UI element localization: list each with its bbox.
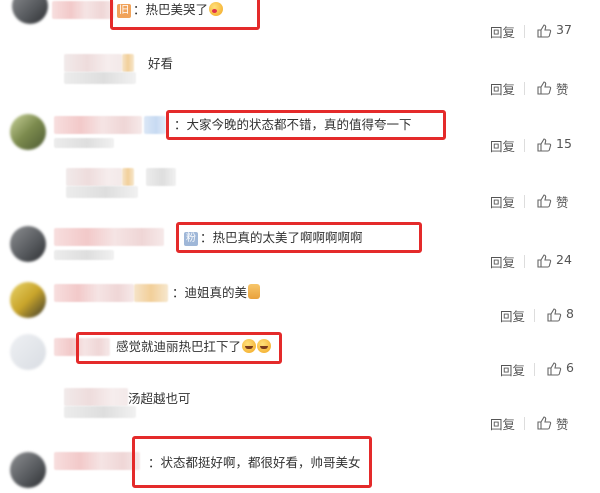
comment-item: ：状态都挺好啊，都很好看，帅哥美女 xyxy=(0,430,600,493)
highlight-box xyxy=(110,0,260,30)
divider xyxy=(524,25,525,38)
avatar[interactable] xyxy=(10,226,46,262)
reply-button[interactable]: 回复 xyxy=(500,306,525,325)
comment-item: 汤超越也可 回复 赞 xyxy=(0,380,600,432)
badge-mosaic xyxy=(144,116,166,134)
like-count: 赞 xyxy=(556,195,569,210)
thumbs-up-icon[interactable] xyxy=(536,415,552,431)
highlight-box xyxy=(132,436,372,488)
avatar[interactable] xyxy=(10,452,46,488)
quote-mosaic xyxy=(64,72,136,84)
divider xyxy=(524,195,525,208)
highlight-box xyxy=(176,222,422,253)
avatar[interactable] xyxy=(10,334,46,370)
comment-actions: 回复 24 xyxy=(490,252,600,272)
thumbs-up-icon[interactable] xyxy=(536,253,552,269)
like-count: 15 xyxy=(556,136,572,151)
comment-actions: 回复 赞 xyxy=(490,192,600,212)
badge-mosaic xyxy=(134,284,168,302)
comment-actions: 回复 37 xyxy=(490,22,600,42)
avatar[interactable] xyxy=(12,0,48,24)
avatar[interactable] xyxy=(10,282,46,318)
like-count: 37 xyxy=(556,22,572,37)
reply-button[interactable]: 回复 xyxy=(490,79,515,98)
comment-actions: 回复 6 xyxy=(500,360,600,380)
comment-item: 旧：热巴美哭了 回复 37 xyxy=(0,0,600,46)
thumbs-up-icon[interactable] xyxy=(546,361,562,377)
username-mosaic[interactable] xyxy=(64,54,122,72)
reply-button[interactable]: 回复 xyxy=(490,22,515,41)
badge-mosaic xyxy=(122,168,134,186)
quote-mosaic xyxy=(64,406,136,418)
like-count: 24 xyxy=(556,252,572,267)
reply-button[interactable]: 回复 xyxy=(490,192,515,211)
divider xyxy=(524,139,525,152)
comment-text: 好看 xyxy=(148,56,174,71)
highlight-box xyxy=(76,332,282,364)
thumbs-up-icon[interactable] xyxy=(536,23,552,39)
comment-item: 好看 回复 赞 xyxy=(0,46,600,104)
username-mosaic[interactable] xyxy=(54,116,142,134)
divider xyxy=(524,255,525,268)
quote-mosaic xyxy=(54,250,114,260)
text-mosaic xyxy=(146,168,176,186)
comment-text: ：迪姐真的美 xyxy=(172,284,261,302)
divider xyxy=(524,417,525,430)
divider xyxy=(524,82,525,95)
thumbs-up-icon[interactable] xyxy=(536,80,552,96)
username-mosaic[interactable] xyxy=(54,228,164,246)
comment-item: 感觉就迪丽热巴扛下了 回复 6 xyxy=(0,326,600,380)
comment-item: 粉：热巴真的太美了啊啊啊啊啊 回复 24 xyxy=(0,212,600,274)
username-mosaic[interactable] xyxy=(66,168,122,186)
like-count: 6 xyxy=(566,360,574,375)
username-mosaic[interactable] xyxy=(52,1,114,19)
username-mosaic[interactable] xyxy=(64,388,128,406)
comment-text: 汤超越也可 xyxy=(128,391,191,406)
comment-item: ：迪姐真的美 回复 8 xyxy=(0,274,600,326)
badge-mosaic xyxy=(122,54,134,72)
like-count: 8 xyxy=(566,306,574,321)
divider xyxy=(534,363,535,376)
thumbs-up-emoji-icon xyxy=(248,284,261,299)
reply-button[interactable]: 回复 xyxy=(490,252,515,271)
comment-item: 回复 赞 xyxy=(0,162,600,212)
quote-mosaic xyxy=(66,186,138,198)
comment-actions: 回复 赞 xyxy=(490,79,600,99)
thumbs-up-icon[interactable] xyxy=(536,137,552,153)
divider xyxy=(534,309,535,322)
quote-mosaic xyxy=(54,138,114,148)
thumbs-up-icon[interactable] xyxy=(536,193,552,209)
highlight-box xyxy=(166,110,446,140)
thumbs-up-icon[interactable] xyxy=(546,307,562,323)
like-count: 赞 xyxy=(556,82,569,97)
comment-actions: 回复 8 xyxy=(500,306,600,326)
reply-button[interactable]: 回复 xyxy=(500,360,525,379)
avatar[interactable] xyxy=(10,114,46,150)
username-mosaic[interactable] xyxy=(54,284,134,302)
username-mosaic[interactable] xyxy=(54,452,140,470)
comment-actions: 回复 15 xyxy=(490,136,600,156)
reply-button[interactable]: 回复 xyxy=(490,136,515,155)
comment-item: ：大家今晚的状态都不错，真的值得夸一下 回复 15 xyxy=(0,104,600,162)
